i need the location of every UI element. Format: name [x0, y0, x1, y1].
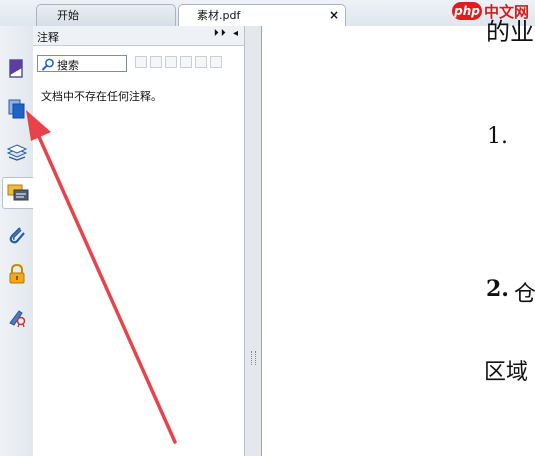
red-arrow-annotation	[26, 110, 177, 444]
